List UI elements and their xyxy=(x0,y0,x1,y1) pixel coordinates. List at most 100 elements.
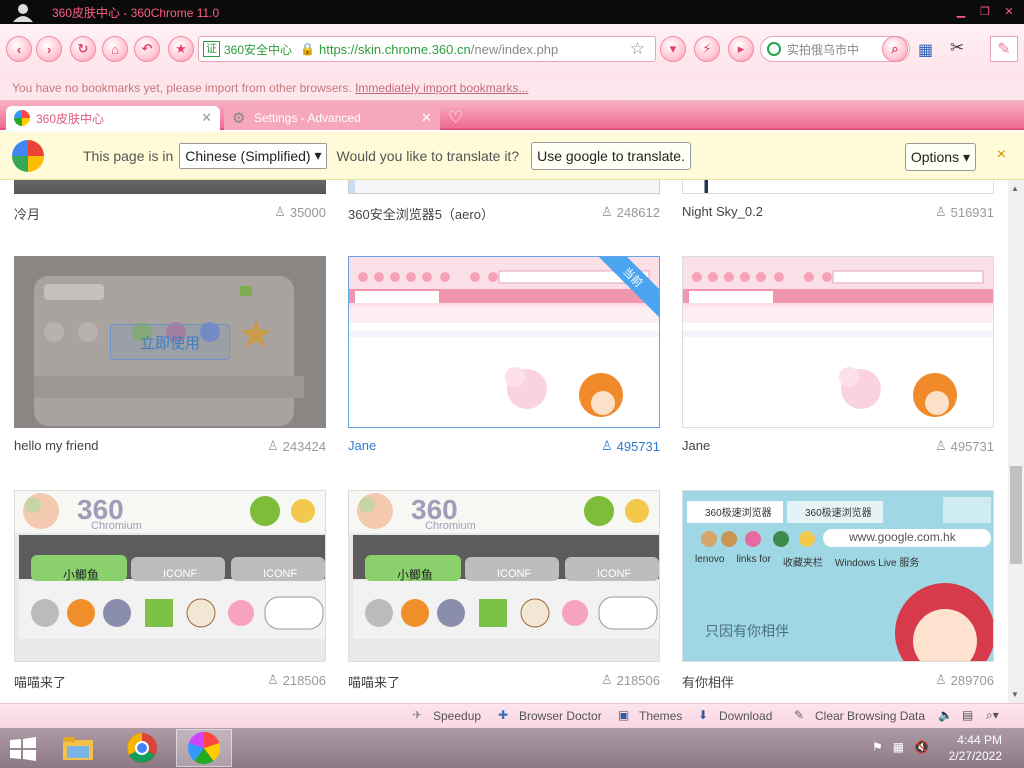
broom-icon: ✎ xyxy=(794,708,805,722)
user-avatar-icon[interactable] xyxy=(8,1,38,23)
skin-download-count: ♙ 495731 xyxy=(935,438,994,454)
skin-name[interactable]: hello my friend xyxy=(14,438,99,453)
user-icon: ♙ xyxy=(266,438,279,453)
favorites-button[interactable]: ★ xyxy=(168,36,194,62)
skin-thumbnail[interactable]: 360极速浏览器 360极速浏览器 www.google.com.hk leno… xyxy=(682,490,994,662)
page-scrollbar[interactable]: ▲ ▼ xyxy=(1008,180,1024,703)
close-tab-icon[interactable]: ✕ xyxy=(421,110,432,126)
chrome360-taskbar-icon[interactable] xyxy=(176,729,232,767)
chrome-icon[interactable] xyxy=(114,729,170,767)
skin-card[interactable]: Night Sky_0.2 ♙ 516931 xyxy=(682,180,994,220)
status-label: Download xyxy=(719,709,773,723)
status-label: Browser Doctor xyxy=(519,709,602,723)
undo-button[interactable]: ↶ xyxy=(134,36,160,62)
clock[interactable]: 4:44 PM 2/27/2022 xyxy=(949,732,1002,764)
count-value: 495731 xyxy=(616,438,660,454)
options-label: Options xyxy=(910,149,960,165)
skin-card[interactable]: 冷月 ♙ 35000 xyxy=(14,180,326,222)
scrollbar-thumb[interactable] xyxy=(1010,466,1022,564)
download-button[interactable]: ⬇ Download xyxy=(698,708,772,724)
address-bar[interactable]: 证 360安全中心 🔒 https://skin.chrome.360.cn/n… xyxy=(198,36,656,62)
speed-mode-button[interactable]: ⚡ xyxy=(694,36,720,62)
skin-thumbnail[interactable] xyxy=(682,256,994,428)
skin-card[interactable]: Jane ♙ 495731 xyxy=(682,256,994,454)
skin-card[interactable]: 立即使用 hello my friend ♙ 243424 xyxy=(14,256,326,454)
more-arrow-button[interactable]: ▸ xyxy=(728,36,754,62)
close-translate-icon[interactable]: × xyxy=(997,146,1006,164)
skin-name[interactable]: 有你相伴 xyxy=(682,672,734,691)
skin-thumbnail[interactable] xyxy=(14,180,326,194)
bookmark-bar: You have no bookmarks yet, please import… xyxy=(0,76,1024,100)
search-zoom-icon[interactable]: ⌕▾ xyxy=(986,708,999,723)
skin-name[interactable]: 喵喵来了 xyxy=(14,672,66,691)
skin-card[interactable]: 360 Chromium 小鲫鱼 ICONF ICONF 喵喵来了 ♙ 21850… xyxy=(14,490,326,690)
status-label: Themes xyxy=(639,709,683,723)
new-tab-icon[interactable]: ♡ xyxy=(448,108,470,127)
skin-download-count: ♙ 289706 xyxy=(935,672,994,688)
skin-name[interactable]: 360安全浏览器5（aero） xyxy=(348,204,494,223)
count-value: 495731 xyxy=(950,438,994,454)
scissors-icon[interactable]: ✂ xyxy=(950,38,964,58)
search-button[interactable]: ⌕ xyxy=(882,36,908,62)
skin-card[interactable]: 360 Chromium 小鲫鱼 ICONF ICONF 喵喵来了 ♙ 21850… xyxy=(348,490,660,690)
status-label: Speedup xyxy=(433,709,482,723)
skin-thumbnail[interactable]: 360 Chromium 小鲫鱼 ICONF ICONF xyxy=(348,490,660,662)
close-tab-icon[interactable]: ✕ xyxy=(201,110,212,126)
forward-button[interactable]: › xyxy=(36,36,62,62)
close-icon[interactable]: ✕ xyxy=(1000,2,1018,20)
speedup-button[interactable]: ✈ Speedup xyxy=(412,708,481,724)
count-value: 218506 xyxy=(616,672,660,688)
file-explorer-icon[interactable] xyxy=(50,729,106,767)
skin-name[interactable]: Jane xyxy=(682,438,710,453)
refresh-button[interactable]: ↻ xyxy=(70,36,96,62)
skin-name[interactable]: 冷月 xyxy=(14,204,40,223)
url-path: /new/index.php xyxy=(470,41,559,57)
status-bar: ✈ Speedup ✚ Browser Doctor ▣ Themes ⬇ Downlo… xyxy=(0,703,1024,728)
network-tray-icon[interactable]: ▦ xyxy=(893,740,904,754)
browser-doctor-button[interactable]: ✚ Browser Doctor xyxy=(498,708,602,724)
scroll-down-icon[interactable]: ▼ xyxy=(1011,690,1019,699)
skin-card[interactable]: 360安全浏览器5（aero） ♙ 248612 xyxy=(348,180,660,222)
language-select[interactable]: Chinese (Simplified) ▾ xyxy=(179,142,328,169)
restore-icon[interactable]: ❐ xyxy=(976,2,994,20)
menu-icon[interactable]: ✎ xyxy=(990,36,1018,62)
skin-download-count: ♙ 243424 xyxy=(267,438,326,454)
skin-thumbnail[interactable]: 立即使用 xyxy=(14,256,326,428)
url-text[interactable]: https://skin.chrome.360.cn/new/index.php xyxy=(319,42,558,57)
sound-icon[interactable]: 🔈 xyxy=(938,708,953,722)
flag-icon[interactable]: ⚑ xyxy=(872,740,883,754)
network-icon[interactable]: ▤ xyxy=(962,708,973,722)
skin-name[interactable]: Jane xyxy=(348,438,376,453)
bookmark-star-icon[interactable]: ☆ xyxy=(630,39,645,59)
skin-name[interactable]: 喵喵来了 xyxy=(348,672,400,691)
translate-bar: This page is in Chinese (Simplified) ▾ W… xyxy=(0,132,1024,180)
tab-skin-center[interactable]: 360皮肤中心 ✕ xyxy=(6,106,220,130)
skin-thumbnail[interactable]: 360 Chromium 小鲫鱼 ICONF ICONF xyxy=(14,490,326,662)
import-bookmarks-link[interactable]: Immediately import bookmarks... xyxy=(355,81,528,95)
volume-icon[interactable]: 🔇 xyxy=(914,740,929,754)
clear-data-button[interactable]: ✎ Clear Browsing Data xyxy=(794,708,925,724)
apps-grid-icon[interactable]: ▦ xyxy=(918,40,933,60)
tab-settings[interactable]: ⚙ Settings - Advanced ✕ xyxy=(224,106,440,130)
tab-strip: 360皮肤中心 ✕ ⚙ Settings - Advanced ✕ xyxy=(0,100,1024,130)
scroll-up-icon[interactable]: ▲ xyxy=(1011,184,1019,193)
taskbar: ⚑ ▦ 🔇 4:44 PM 2/27/2022 xyxy=(0,728,1024,768)
skin-thumbnail[interactable]: 当前 xyxy=(348,256,660,428)
thumb-tab-label: 小鲫鱼 xyxy=(397,568,434,582)
apply-skin-button[interactable]: 立即使用 xyxy=(110,324,230,360)
back-button[interactable]: ‹ xyxy=(6,36,32,62)
themes-button[interactable]: ▣ Themes xyxy=(618,708,682,724)
thumb-tab-label: ICONF xyxy=(163,568,198,580)
skin-thumbnail[interactable] xyxy=(682,180,994,194)
dropdown-button[interactable]: ▾ xyxy=(660,36,686,62)
start-button[interactable] xyxy=(8,736,38,765)
translate-options-button[interactable]: Options ▾ xyxy=(904,143,976,171)
skin-card[interactable]: 360极速浏览器 360极速浏览器 www.google.com.hk leno… xyxy=(682,490,994,690)
translate-button[interactable]: Use google to translate. xyxy=(531,141,691,170)
home-button[interactable]: ⌂ xyxy=(102,36,128,62)
minimize-icon[interactable]: ▁ xyxy=(952,2,970,20)
skin-card-current[interactable]: 当前 Jane ♙ 495731 xyxy=(348,256,660,454)
skin-thumbnail[interactable] xyxy=(348,180,660,194)
skin-name[interactable]: Night Sky_0.2 xyxy=(682,204,763,219)
tab-label: 360皮肤中心 xyxy=(36,111,105,126)
